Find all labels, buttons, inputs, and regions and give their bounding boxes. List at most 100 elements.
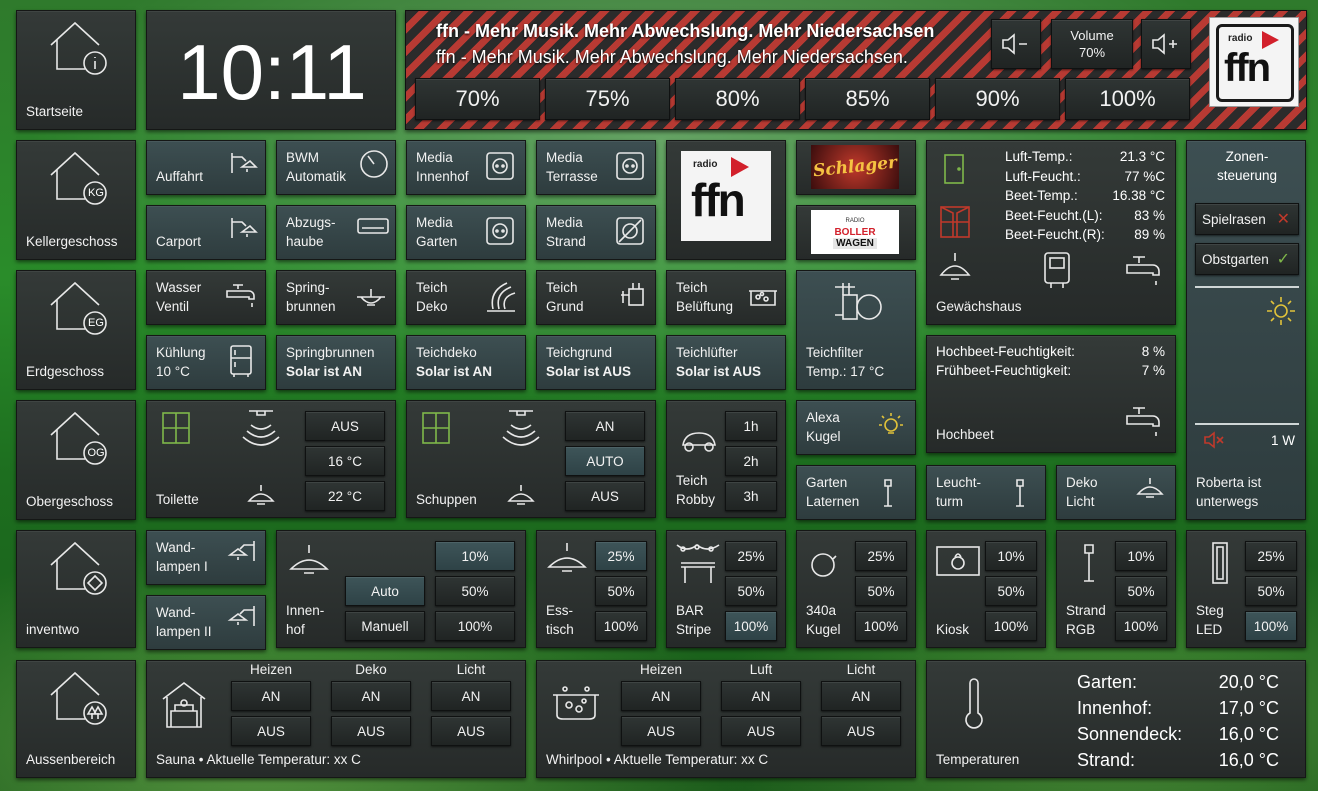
- tile-media-garten[interactable]: Media Garten: [406, 205, 526, 260]
- bar-100-button[interactable]: 100%: [725, 611, 777, 641]
- tile-wandlampen-2[interactable]: Wand- lampen II: [146, 595, 266, 650]
- preset-100[interactable]: 100%: [1065, 78, 1190, 120]
- steg-25-button[interactable]: 25%: [1245, 541, 1297, 571]
- innenhof-manuell-button[interactable]: Manuell: [345, 611, 425, 641]
- whirl-luft-an-button[interactable]: AN: [721, 681, 801, 711]
- esstisch-25-button[interactable]: 25%: [595, 541, 647, 571]
- whirl-licht-aus-button[interactable]: AUS: [821, 716, 901, 746]
- bar-25-button[interactable]: 25%: [725, 541, 777, 571]
- toilette-16c-button[interactable]: 16 °C: [305, 446, 385, 476]
- steg-100-button[interactable]: 100%: [1245, 611, 1297, 641]
- tile-media-strand[interactable]: Media Strand: [536, 205, 656, 260]
- whirl-licht-an-button[interactable]: AN: [821, 681, 901, 711]
- volume-up-button[interactable]: [1141, 19, 1191, 69]
- schuppen-auto-button[interactable]: AUTO: [565, 446, 645, 476]
- tile-hochbeet[interactable]: Hochbeet-Feuchtigkeit: 8 % Frühbeet-Feuch…: [926, 335, 1176, 453]
- kugel-25-button[interactable]: 25%: [855, 541, 907, 571]
- station-ffn[interactable]: radio ffn: [666, 140, 786, 260]
- kugel-100-button[interactable]: 100%: [855, 611, 907, 641]
- strand-10-button[interactable]: 10%: [1115, 541, 1167, 571]
- radio-subtitle: ffn - Mehr Musik. Mehr Abwechslung. Mehr…: [436, 47, 908, 67]
- tile-auffahrt[interactable]: Auffahrt: [146, 140, 266, 195]
- ceiling-lamp-icon: [247, 485, 275, 505]
- preset-70[interactable]: 70%: [415, 78, 540, 120]
- whirlpool-icon: [553, 686, 599, 720]
- tile-springbrunnen-solar[interactable]: Springbrunnen Solar ist AN: [276, 335, 396, 390]
- tile-temperaturen[interactable]: Garten: 20,0 °C Innenhof: 17,0 °C Sonnende…: [926, 660, 1306, 778]
- tile-teichfilter[interactable]: Teichfilter Temp.: 17 °C: [796, 270, 916, 390]
- innenhof-auto-button[interactable]: Auto: [345, 576, 425, 606]
- preset-75[interactable]: 75%: [545, 78, 670, 120]
- tile-gewaechshaus[interactable]: Luft-Temp.: 21.3 °C Luft-Feucht.: 77 %C Be…: [926, 140, 1176, 325]
- schuppen-aus-button[interactable]: AUS: [565, 481, 645, 511]
- tile-schuppen: Schuppen AN AUTO AUS: [406, 400, 656, 518]
- led-panel-icon: [1212, 542, 1228, 584]
- tile-garten-laternen[interactable]: Garten Laternen: [796, 465, 916, 520]
- whirl-luft-header: Luft: [749, 662, 773, 677]
- tile-wandlampen-1[interactable]: Wand- lampen I: [146, 530, 266, 585]
- kugel-50-button[interactable]: 50%: [855, 576, 907, 606]
- whirl-heizen-aus-button[interactable]: AUS: [621, 716, 701, 746]
- tile-teichgrund-solar[interactable]: Teichgrund Solar ist AUS: [536, 335, 656, 390]
- steg-50-button[interactable]: 50%: [1245, 576, 1297, 606]
- sauna-licht-an-button[interactable]: AN: [431, 681, 511, 711]
- whirl-heizen-an-button[interactable]: AN: [621, 681, 701, 711]
- tile-leuchtturm[interactable]: Leucht- turm: [926, 465, 1046, 520]
- preset-85[interactable]: 85%: [805, 78, 930, 120]
- tile-wasser-ventil[interactable]: Wasser Ventil: [146, 270, 266, 325]
- tile-teich-deko[interactable]: Teich Deko: [406, 270, 526, 325]
- gh-k2: Beet-Temp.:: [1005, 188, 1078, 203]
- tile-kiosk: Kiosk 10% 50% 100%: [926, 530, 1046, 648]
- innenhof-100-button[interactable]: 100%: [435, 611, 515, 641]
- sauna-deko-an-button[interactable]: AN: [331, 681, 411, 711]
- preset-80[interactable]: 80%: [675, 78, 800, 120]
- zone-spielrasen-button[interactable]: Spielrasen ✕: [1195, 203, 1299, 235]
- nav-aussenbereich[interactable]: Aussenbereich: [16, 660, 136, 778]
- schuppen-an-button[interactable]: AN: [565, 411, 645, 441]
- sauna-licht-aus-button[interactable]: AUS: [431, 716, 511, 746]
- sauna-heizen-an-button[interactable]: AN: [231, 681, 311, 711]
- toilette-22c-button[interactable]: 22 °C: [305, 481, 385, 511]
- tile-teich-grund[interactable]: Teich Grund: [536, 270, 656, 325]
- tile-deko-licht[interactable]: Deko Licht: [1056, 465, 1176, 520]
- tile-teich-belueftung[interactable]: Teich Belüftung: [666, 270, 786, 325]
- tile-teichluefter-solar[interactable]: Teichlüfter Solar ist AUS: [666, 335, 786, 390]
- station-bollerwagen[interactable]: RADIO BOLLER WAGEN: [796, 205, 916, 260]
- preset-90[interactable]: 90%: [935, 78, 1060, 120]
- innenhof-10-button[interactable]: 10%: [435, 541, 515, 571]
- tile-abzugshaube[interactable]: Abzugs- haube: [276, 205, 396, 260]
- nav-startseite[interactable]: Startseite: [16, 10, 136, 130]
- robby-1h-button[interactable]: 1h: [725, 411, 777, 441]
- innenhof-50-button[interactable]: 50%: [435, 576, 515, 606]
- kiosk-100-button[interactable]: 100%: [985, 611, 1037, 641]
- tile-media-innenhof[interactable]: Media Innenhof: [406, 140, 526, 195]
- toilette-aus-button[interactable]: AUS: [305, 411, 385, 441]
- kiosk-50-button[interactable]: 50%: [985, 576, 1037, 606]
- bar-50-button[interactable]: 50%: [725, 576, 777, 606]
- zone-obstgarten-button[interactable]: Obstgarten ✓: [1195, 243, 1299, 275]
- whirl-luft-aus-button[interactable]: AUS: [721, 716, 801, 746]
- nav-obergeschoss[interactable]: OG Obergeschoss: [16, 400, 136, 520]
- sauna-heizen-aus-button[interactable]: AUS: [231, 716, 311, 746]
- sauna-deko-aus-button[interactable]: AUS: [331, 716, 411, 746]
- speaker-mute-icon: [1204, 431, 1224, 449]
- robby-3h-button[interactable]: 3h: [725, 481, 777, 511]
- nav-kellergeschoss[interactable]: KG Kellergeschoss: [16, 140, 136, 260]
- nav-erdgeschoss[interactable]: EG Erdgeschoss: [16, 270, 136, 390]
- strand-100-button[interactable]: 100%: [1115, 611, 1167, 641]
- tile-carport[interactable]: Carport: [146, 205, 266, 260]
- tile-alexa-kugel[interactable]: Alexa Kugel: [796, 400, 916, 455]
- kiosk-10-button[interactable]: 10%: [985, 541, 1037, 571]
- nav-inventwo[interactable]: inventwo: [16, 530, 136, 648]
- tile-springbrunnen[interactable]: Spring- brunnen: [276, 270, 396, 325]
- volume-down-button[interactable]: [991, 19, 1041, 69]
- strand-50-button[interactable]: 50%: [1115, 576, 1167, 606]
- tile-bwm[interactable]: BWM Automatik: [276, 140, 396, 195]
- robby-2h-button[interactable]: 2h: [725, 446, 777, 476]
- tile-kuehlung[interactable]: Kühlung 10 °C: [146, 335, 266, 390]
- tile-teichdeko-solar[interactable]: Teichdeko Solar ist AN: [406, 335, 526, 390]
- esstisch-100-button[interactable]: 100%: [595, 611, 647, 641]
- station-schlager[interactable]: Schlager: [796, 140, 916, 195]
- esstisch-50-button[interactable]: 50%: [595, 576, 647, 606]
- tile-media-terrasse[interactable]: Media Terrasse: [536, 140, 656, 195]
